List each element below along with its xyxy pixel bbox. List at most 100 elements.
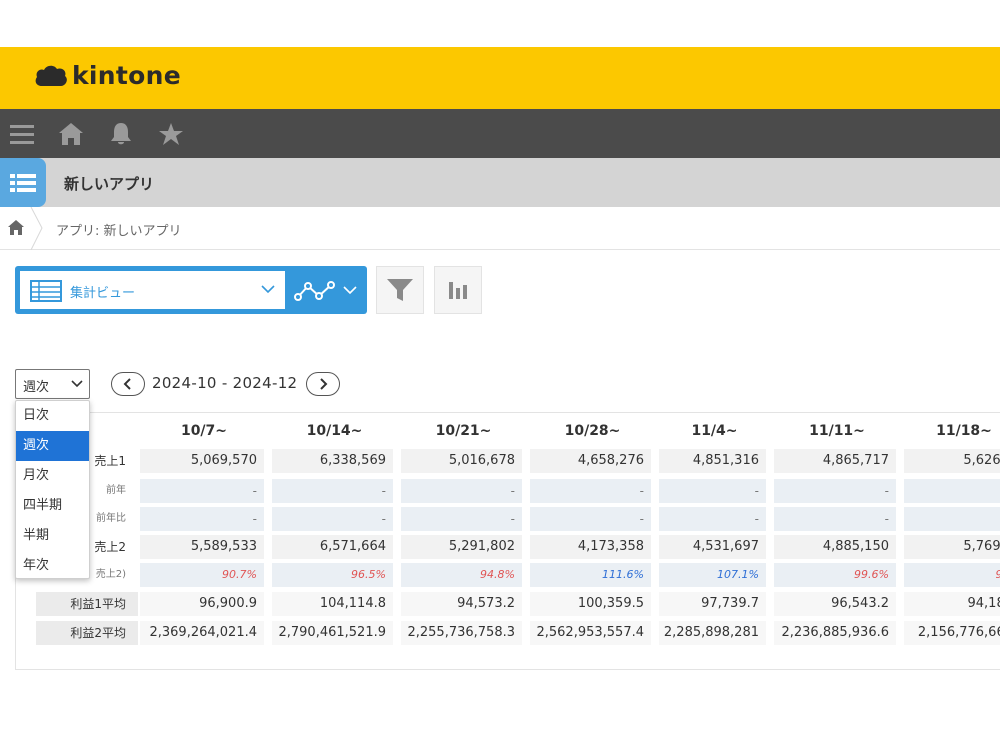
period-select[interactable]: 週次 [15, 369, 90, 399]
breadcrumb-app-link[interactable]: アプリ: 新しいアプリ [56, 220, 182, 239]
breadcrumb: アプリ: 新しいアプリ [0, 207, 1000, 250]
table-cell: 2,236,885,936.6 [774, 621, 896, 645]
period-select-value: 週次 [23, 380, 50, 395]
period-option[interactable]: 日次 [16, 401, 89, 431]
prev-period-button[interactable] [111, 372, 145, 396]
table-cell: 4,885,150 [774, 535, 896, 559]
table-cell: 94,573.2 [401, 592, 522, 616]
table-cell: 2,369,264,021.4 [140, 621, 264, 645]
table-cell: 90.7% [140, 563, 264, 587]
chevron-down-icon [71, 380, 83, 388]
table-cell: - [774, 479, 896, 503]
table-cell: 96,543.2 [774, 592, 896, 616]
table-cell: 97,739.7 [659, 592, 766, 616]
app-list-icon[interactable] [0, 158, 46, 207]
bar-chart-icon [449, 282, 467, 299]
table-cell: 5,589,533 [140, 535, 264, 559]
column-header: 11/4~ [691, 423, 738, 439]
period-option[interactable]: 四半期 [16, 491, 89, 521]
cloud-logo-icon [35, 65, 67, 86]
table-cell: 4,531,697 [659, 535, 766, 559]
table-cell: - [659, 479, 766, 503]
column-header: 11/18~ [936, 423, 992, 439]
line-graph-icon [294, 281, 335, 301]
period-option[interactable]: 月次 [16, 461, 89, 491]
chevron-left-icon [123, 378, 131, 390]
column-header: 10/21~ [435, 423, 492, 439]
table-cell: 2,285,898,281 [659, 621, 766, 645]
graph-menu-button[interactable] [283, 271, 363, 309]
global-nav-bar [0, 109, 1000, 158]
table-cell: - [272, 479, 393, 503]
table-cell: - [774, 507, 896, 531]
table-cell: 5,291,802 [401, 535, 522, 559]
row-label: 利益2平均 [70, 626, 126, 640]
logo-text: kintone [72, 61, 181, 90]
period-range: 2024-10 - 2024-12 [152, 374, 298, 392]
table-cell: - [140, 507, 264, 531]
table-cell: - [530, 507, 651, 531]
table-cell: 6,338,569 [272, 449, 393, 473]
star-icon[interactable] [157, 120, 185, 148]
table-cell: 94,182 [904, 592, 1000, 616]
table-cell: 4,851,316 [659, 449, 766, 473]
app-header: 新しいアプリ [0, 158, 1000, 207]
breadcrumb-home-icon[interactable] [8, 220, 24, 239]
table-cell: - [140, 479, 264, 503]
period-dropdown-list: 日次 週次 月次 四半期 半期 年次 [15, 400, 90, 579]
filter-icon [387, 279, 413, 301]
table-cell: 4,173,358 [530, 535, 651, 559]
table-cell: 4,658,276 [530, 449, 651, 473]
column-header: 10/14~ [306, 423, 363, 439]
column-header: 10/28~ [564, 423, 621, 439]
table-cell: 5,069,570 [140, 449, 264, 473]
kintone-logo[interactable]: kintone [34, 61, 181, 90]
table-cell: - [659, 507, 766, 531]
table-cell: 5,016,678 [401, 449, 522, 473]
view-select-label: 集計ビュー [70, 286, 136, 301]
bell-icon[interactable] [107, 120, 135, 148]
period-option[interactable]: 週次 [16, 431, 89, 461]
table-cell [904, 507, 1000, 531]
period-option[interactable]: 年次 [16, 551, 89, 581]
table-cell: 96.5% [272, 563, 393, 587]
table-cell: 97. [904, 563, 1000, 587]
table-cell: 100,359.5 [530, 592, 651, 616]
chevron-down-icon [343, 286, 357, 295]
table-cell: 107.1% [659, 563, 766, 587]
table-cell: 94.8% [401, 563, 522, 587]
period-option[interactable]: 半期 [16, 521, 89, 551]
table-cell: - [272, 507, 393, 531]
table-cell: 2,790,461,521.9 [272, 621, 393, 645]
aggregate-table: 10/7~ 10/14~ 10/21~ 10/28~ 11/4~ 11/11~ 11/18~… [15, 412, 1000, 670]
brand-bar: kintone [0, 47, 1000, 109]
column-header: 10/7~ [180, 423, 228, 439]
table-cell: - [401, 479, 522, 503]
kintone-page: kintone 新しいアプリ アプリ: 新しいアプリ 集計ビュー 週次 2024… [0, 0, 1000, 750]
table-cell: 2,562,953,557.4 [530, 621, 651, 645]
view-select[interactable]: 集計ビュー [20, 271, 285, 309]
row-label: 利益1平均 [70, 597, 126, 611]
table-cell: 4,865,717 [774, 449, 896, 473]
table-cell: 99.6% [774, 563, 896, 587]
table-view-icon [30, 280, 62, 302]
table-cell: 111.6% [530, 563, 651, 587]
column-header: 11/11~ [809, 423, 865, 439]
table-cell: 96,900.9 [140, 592, 264, 616]
menu-icon[interactable] [8, 120, 36, 148]
filter-button[interactable] [376, 266, 424, 314]
home-icon[interactable] [57, 120, 85, 148]
next-period-button[interactable] [306, 372, 340, 396]
table-cell: 104,114.8 [272, 592, 393, 616]
chevron-down-icon [261, 285, 275, 294]
table-cell: - [530, 479, 651, 503]
view-switcher: 集計ビュー [15, 266, 367, 314]
chevron-right-icon [320, 378, 328, 390]
app-title: 新しいアプリ [64, 175, 155, 193]
table-cell: 5,769,1 [904, 535, 1000, 559]
table-cell: 5,626,8 [904, 449, 1000, 473]
table-cell: 2,255,736,758.3 [401, 621, 522, 645]
chart-button[interactable] [434, 266, 482, 314]
table-cell: 2,156,776,665 [904, 621, 1000, 645]
table-cell: - [401, 507, 522, 531]
